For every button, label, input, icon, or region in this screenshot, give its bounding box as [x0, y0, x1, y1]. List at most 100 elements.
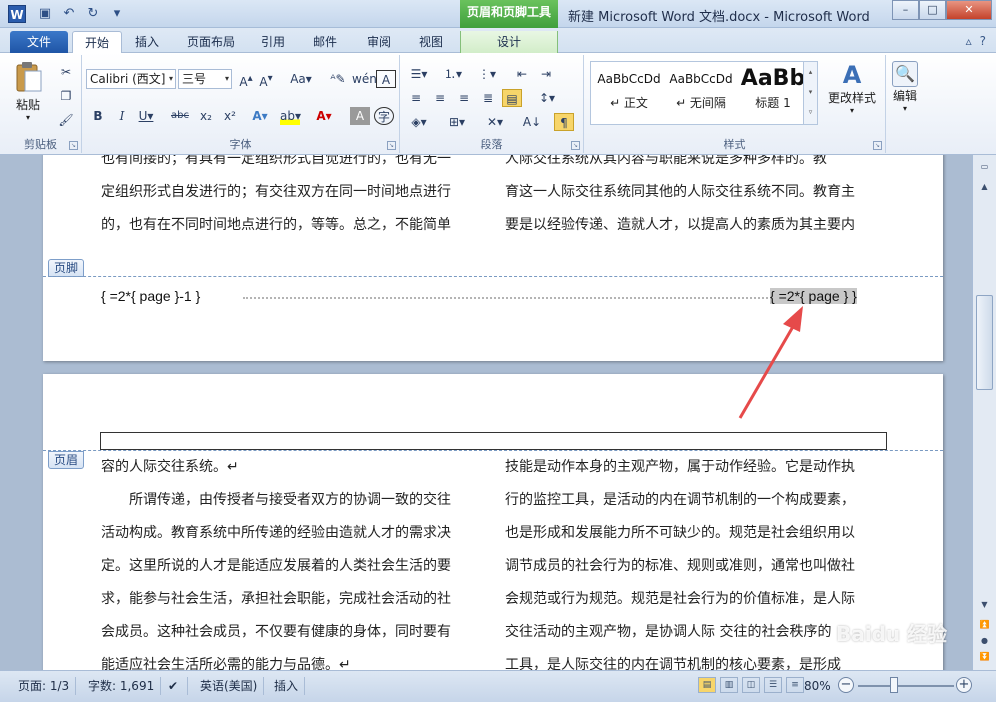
redo-icon[interactable]: ↻: [84, 5, 102, 23]
header-tag[interactable]: 页眉: [48, 451, 85, 469]
zoom-level[interactable]: 80%: [798, 677, 837, 695]
change-styles-button[interactable]: A 更改样式 ▾: [824, 61, 880, 115]
font-size-combo[interactable]: 三号 ▾: [178, 69, 232, 89]
page2-left-column: 容的人际交往系统。↵ 所谓传递，由传授者与接受者双方的协调一致的交往 活动构成。…: [101, 459, 451, 670]
show-formatting-marks-icon[interactable]: ¶: [554, 113, 574, 131]
full-screen-reading-view-icon[interactable]: ▥: [720, 677, 738, 693]
align-right-icon[interactable]: ≡: [454, 89, 474, 107]
highlight-icon[interactable]: ab▾: [280, 107, 301, 125]
copy-icon[interactable]: ❐: [56, 87, 76, 105]
style-normal[interactable]: AaBbCcDd ↵ 正文: [593, 64, 665, 122]
next-page-icon[interactable]: ⏬: [976, 649, 993, 665]
web-layout-view-icon[interactable]: ◫: [742, 677, 760, 693]
phonetic-guide-icon[interactable]: wén: [352, 70, 377, 88]
cut-icon[interactable]: ✂: [56, 63, 76, 81]
zoom-slider-track[interactable]: [858, 685, 954, 687]
tab-design[interactable]: 设计: [460, 31, 558, 53]
numbering-icon[interactable]: ⒈▾: [440, 65, 466, 83]
word-app-icon[interactable]: W: [8, 5, 26, 23]
scroll-down-icon[interactable]: ▼: [976, 597, 993, 613]
status-page[interactable]: 页面: 1/3: [12, 677, 77, 695]
footer-left-field[interactable]: { =2*{ page }-1 }: [101, 288, 200, 304]
bold-icon[interactable]: B: [88, 107, 108, 125]
paragraph-launcher-icon[interactable]: ↘: [571, 141, 580, 150]
clear-formatting-icon[interactable]: ᴬ✎: [328, 70, 348, 88]
shrink-font-icon[interactable]: A▾: [256, 70, 276, 89]
vertical-scrollbar[interactable]: ▭ ▲ ▼ ⏫ ● ⏬: [972, 155, 996, 670]
enclose-characters-icon[interactable]: 字: [374, 107, 394, 125]
browse-object-icon[interactable]: ●: [976, 633, 993, 649]
paste-button[interactable]: 粘贴 ▾: [10, 61, 46, 122]
tab-file[interactable]: 文件: [10, 31, 68, 53]
format-painter-icon[interactable]: 🖌: [56, 111, 76, 129]
footer-tag[interactable]: 页脚: [48, 259, 85, 277]
text-effects-icon[interactable]: A▾: [250, 107, 270, 125]
style-no-spacing[interactable]: AaBbCcDd ↵ 无间隔: [665, 64, 737, 122]
borders-icon[interactable]: ⊞▾: [444, 113, 470, 131]
subscript-icon[interactable]: x₂: [196, 107, 216, 125]
scrollbar-thumb[interactable]: [976, 295, 993, 390]
distributed-icon[interactable]: ▤: [502, 89, 522, 107]
scroll-up-icon[interactable]: ▲: [976, 179, 993, 195]
superscript-icon[interactable]: x²: [220, 107, 240, 125]
print-layout-view-icon[interactable]: ▤: [698, 677, 716, 693]
change-case-icon[interactable]: Aa▾: [288, 70, 314, 88]
footer-boundary: [43, 276, 943, 277]
close-button[interactable]: ✕: [946, 0, 992, 20]
line-spacing-icon[interactable]: ↕▾: [534, 89, 560, 107]
font-launcher-icon[interactable]: ↘: [387, 141, 396, 150]
style-heading-1[interactable]: AaBb 标题 1: [737, 64, 809, 122]
strikethrough-icon[interactable]: abc: [168, 107, 192, 125]
underline-icon[interactable]: U▾: [136, 107, 156, 125]
tab-insert[interactable]: 插入: [126, 31, 168, 53]
help-icon[interactable]: ?: [980, 34, 986, 48]
tab-page-layout[interactable]: 页面布局: [178, 31, 244, 53]
customize-qat-icon[interactable]: ▾: [108, 5, 126, 23]
footer-tab-leader: [243, 297, 768, 299]
status-word-count[interactable]: 字数: 1,691: [82, 677, 162, 695]
status-language[interactable]: 英语(美国): [194, 677, 265, 695]
shading-icon[interactable]: ◈▾: [406, 113, 432, 131]
document-area[interactable]: 也有间接的；有具有一定组织形式自觉进行的，也有无一 定组织形式自发进行的；有交往…: [0, 155, 972, 670]
character-border-icon[interactable]: A: [376, 70, 396, 88]
increase-indent-icon[interactable]: ⇥: [536, 65, 556, 83]
undo-icon[interactable]: ↶: [60, 5, 78, 23]
chinese-layout-icon[interactable]: ✕▾: [482, 113, 508, 131]
minimize-ribbon-icon[interactable]: ▵: [966, 34, 972, 48]
tab-mailings[interactable]: 邮件: [304, 31, 346, 53]
font-color-icon[interactable]: A▾: [314, 107, 334, 125]
multilevel-list-icon[interactable]: ⋮▾: [474, 65, 500, 83]
clipboard-launcher-icon[interactable]: ↘: [69, 141, 78, 150]
previous-page-icon[interactable]: ⏫: [976, 617, 993, 633]
zoom-slider-thumb[interactable]: [890, 677, 898, 693]
zoom-out-icon[interactable]: −: [838, 677, 854, 693]
align-left-icon[interactable]: ≡: [406, 89, 426, 107]
proofing-icon[interactable]: ✔: [162, 677, 188, 695]
sort-icon[interactable]: A↓: [522, 113, 542, 131]
tab-references[interactable]: 引用: [252, 31, 294, 53]
align-center-icon[interactable]: ≡: [430, 89, 450, 107]
decrease-indent-icon[interactable]: ⇤: [512, 65, 532, 83]
footer-right-field[interactable]: { =2*{ page } }: [770, 288, 857, 304]
tab-home[interactable]: 开始: [72, 31, 122, 53]
ribbon-controls: ▵ ?: [966, 34, 986, 48]
italic-icon[interactable]: I: [112, 107, 132, 125]
font-name-combo[interactable]: Calibri (西文] ▾: [86, 69, 176, 89]
ruler-toggle-icon[interactable]: ▭: [976, 159, 993, 175]
tab-view[interactable]: 视图: [410, 31, 452, 53]
bullets-icon[interactable]: ☰▾: [406, 65, 432, 83]
zoom-in-icon[interactable]: +: [956, 677, 972, 693]
styles-gallery-scroll[interactable]: ▴ ▾ ▿: [803, 62, 817, 124]
outline-view-icon[interactable]: ☰: [764, 677, 782, 693]
minimize-button[interactable]: –: [892, 0, 919, 20]
editing-button[interactable]: 🔍 编辑 ▾: [888, 61, 922, 113]
maximize-button[interactable]: □: [919, 0, 946, 20]
page-2: 页眉 容的人际交往系统。↵ 所谓传递，由传授者与接受者双方的协调一致的交往 活动…: [43, 374, 943, 670]
justify-icon[interactable]: ≣: [478, 89, 498, 107]
grow-font-icon[interactable]: A▴: [236, 70, 256, 89]
status-mode[interactable]: 插入: [268, 677, 306, 695]
character-shading-icon[interactable]: A: [350, 107, 370, 125]
tab-review[interactable]: 审阅: [358, 31, 400, 53]
styles-launcher-icon[interactable]: ↘: [873, 141, 882, 150]
save-icon[interactable]: ▣: [36, 5, 54, 23]
